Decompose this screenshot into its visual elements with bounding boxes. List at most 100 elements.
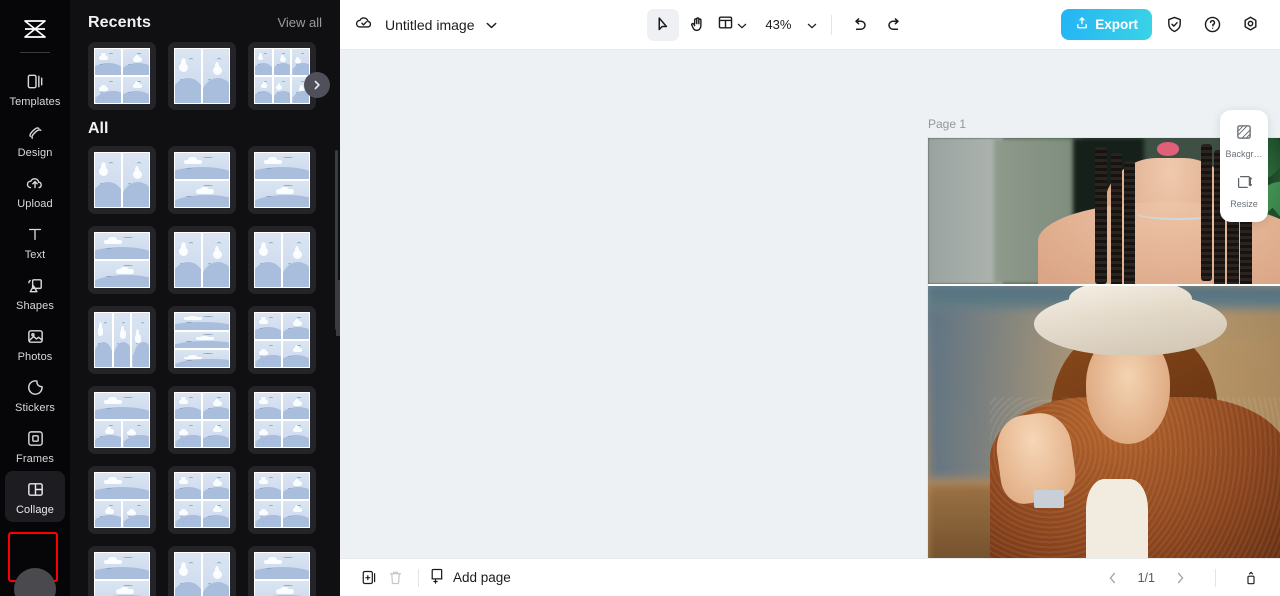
- sidebar-item-shapes[interactable]: Shapes: [5, 267, 65, 318]
- recents-grid: [88, 42, 322, 110]
- collage-cell: [123, 77, 149, 103]
- collage-template-thumb[interactable]: [168, 226, 236, 294]
- collage-template-thumb[interactable]: [248, 226, 316, 294]
- collage-cell: [203, 233, 229, 287]
- canvas-area[interactable]: Page 1 Backgr… Resize: [340, 50, 1280, 558]
- sidebar-label: Frames: [16, 453, 54, 465]
- sidebar-label: Design: [17, 147, 53, 159]
- sidebar-item-photos[interactable]: Photos: [5, 318, 65, 369]
- zoom-level-dropdown[interactable]: 43%: [763, 16, 819, 34]
- collage-cell: [273, 49, 291, 75]
- collage-layout-preview: [254, 48, 310, 104]
- add-page-button[interactable]: Add page: [429, 567, 511, 589]
- background-fill-icon: [1235, 123, 1253, 146]
- collage-template-thumb[interactable]: [88, 306, 156, 374]
- view-all-link[interactable]: View all: [277, 15, 322, 30]
- capcut-logo-icon[interactable]: [22, 12, 48, 46]
- document-name[interactable]: Untitled image: [385, 17, 475, 33]
- collage-template-thumb[interactable]: [88, 146, 156, 214]
- collage-layout-preview: [174, 232, 230, 288]
- collage-template-thumb[interactable]: [88, 546, 156, 596]
- collage-template-thumb[interactable]: [168, 386, 236, 454]
- settings-gear-icon[interactable]: [1234, 9, 1266, 41]
- resize-tool-button[interactable]: Resize: [1220, 168, 1268, 214]
- redo-icon[interactable]: [878, 9, 910, 41]
- pager-divider: [1215, 568, 1216, 587]
- collage-template-thumb[interactable]: [88, 386, 156, 454]
- help-question-icon[interactable]: [1196, 9, 1228, 41]
- collage-cell: [283, 421, 309, 447]
- collage-template-thumb[interactable]: [168, 306, 236, 374]
- collage-cell: [203, 49, 229, 103]
- sidebar-item-stickers[interactable]: Stickers: [5, 369, 65, 420]
- collage-cell: [95, 393, 149, 419]
- export-button[interactable]: Export: [1061, 9, 1153, 40]
- stickers-icon: [26, 376, 45, 398]
- recent-collage-thumb[interactable]: [168, 42, 236, 110]
- collage-cell: [273, 77, 291, 103]
- collage-template-thumb[interactable]: [248, 386, 316, 454]
- collage-cell: [123, 501, 149, 527]
- collage-template-thumb[interactable]: [248, 306, 316, 374]
- sidebar-item-upload[interactable]: Upload: [5, 165, 65, 216]
- collage-template-thumb[interactable]: [168, 146, 236, 214]
- chevron-down-icon: [737, 16, 747, 34]
- collage-cell: [113, 313, 131, 367]
- layout-tool-dropdown[interactable]: [715, 14, 749, 36]
- sidebar-item-templates[interactable]: Templates: [5, 63, 65, 114]
- woman-in-hat-photo[interactable]: [928, 286, 1280, 558]
- resize-tool-label: Resize: [1230, 199, 1258, 209]
- collage-template-thumb[interactable]: [88, 226, 156, 294]
- page-indicator: 1/1: [1137, 570, 1155, 585]
- sidebar-item-design[interactable]: Design: [5, 114, 65, 165]
- collage-cell: [123, 153, 149, 207]
- undo-icon[interactable]: [844, 9, 876, 41]
- chevron-down-icon[interactable]: [486, 16, 497, 34]
- collage-layout-preview: [94, 552, 150, 596]
- sidebar-item-collage[interactable]: Collage: [5, 471, 65, 522]
- collage-cell: [255, 341, 281, 367]
- sidebar-item-text[interactable]: Text: [5, 216, 65, 267]
- collage-layout-preview: [174, 472, 230, 528]
- sidebar-item-frames[interactable]: Frames: [5, 420, 65, 471]
- avatar[interactable]: [14, 568, 56, 596]
- panel-collapse-handle[interactable]: [336, 280, 340, 336]
- collage-template-thumb[interactable]: [248, 146, 316, 214]
- background-tool-button[interactable]: Backgr…: [1220, 118, 1268, 164]
- collage-template-thumb[interactable]: [248, 466, 316, 534]
- collage-cell: [175, 233, 201, 287]
- collage-cell: [95, 501, 121, 527]
- collage-layout-preview: [254, 552, 310, 596]
- export-upload-icon: [1075, 16, 1089, 33]
- recent-collage-thumb[interactable]: [88, 42, 156, 110]
- chevron-right-icon[interactable]: [304, 72, 330, 98]
- chevron-left-icon[interactable]: [1100, 565, 1126, 591]
- collage-cell: [203, 421, 229, 447]
- collage-cell: [255, 581, 309, 596]
- document-title-block[interactable]: Untitled image: [354, 13, 497, 36]
- collage-template-thumb[interactable]: [88, 466, 156, 534]
- collage-cell: [95, 313, 112, 367]
- duplicate-icon[interactable]: [356, 565, 382, 591]
- collage-cell: [95, 153, 121, 207]
- collage-cell: [255, 49, 272, 75]
- collage-template-thumb[interactable]: [248, 546, 316, 596]
- hand-pan-icon[interactable]: [681, 9, 713, 41]
- present-icon[interactable]: [1238, 565, 1264, 591]
- shield-check-icon[interactable]: [1158, 9, 1190, 41]
- cursor-select-icon[interactable]: [647, 8, 680, 41]
- collage-cell: [283, 313, 309, 339]
- collage-template-thumb[interactable]: [168, 466, 236, 534]
- upload-cloud-icon: [25, 172, 45, 194]
- collage-layout-preview: [254, 472, 310, 528]
- collage-layout-preview: [174, 552, 230, 596]
- top-toolbar: Untitled image 43% Export: [340, 0, 1280, 50]
- chevron-right-icon[interactable]: [1167, 565, 1193, 591]
- frames-icon: [26, 427, 45, 449]
- shapes-icon: [26, 274, 45, 296]
- collage-cell: [95, 49, 121, 75]
- collage-cell: [255, 181, 309, 207]
- collage-template-thumb[interactable]: [168, 546, 236, 596]
- collage-cell: [255, 233, 281, 287]
- collage-layout-preview: [174, 312, 230, 368]
